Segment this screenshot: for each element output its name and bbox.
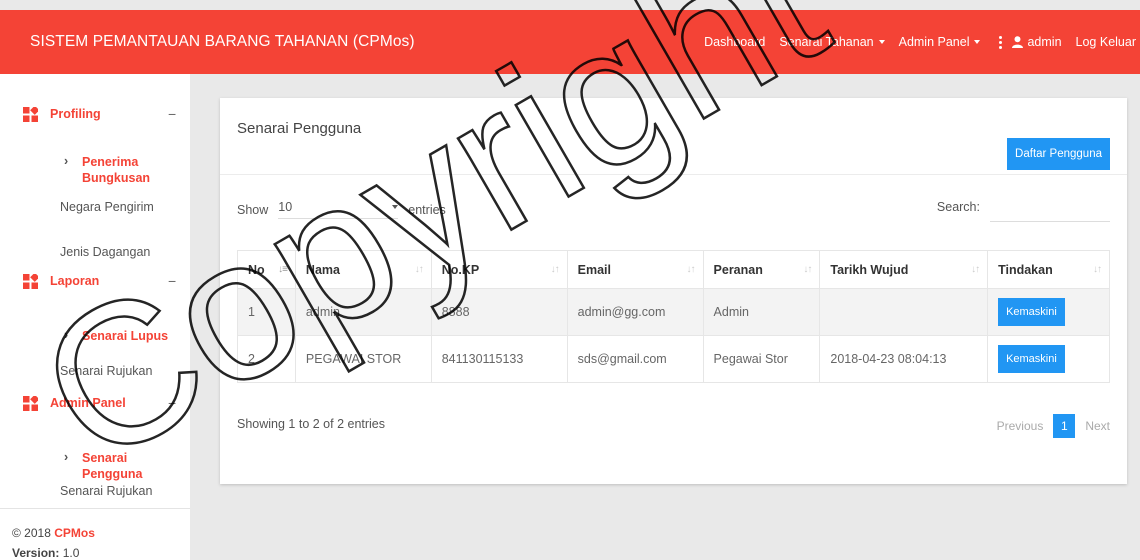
- show-label: Show: [237, 202, 269, 217]
- nav-senarai-tahanan[interactable]: Senarai Tahanan: [779, 35, 885, 49]
- col-email[interactable]: Email ↓↑: [566, 250, 704, 289]
- kemaskini-button[interactable]: Kemaskini: [998, 345, 1065, 373]
- nav-user-label: admin: [1027, 35, 1062, 49]
- table-header-row: No ↓≡ Nama ↓↑ No.KP ↓↑ Email ↓↑ Peranan ↓↑ Ta…: [237, 250, 1110, 289]
- sort-icon: ↓↑: [686, 264, 696, 275]
- more-vert-icon[interactable]: [998, 35, 1002, 49]
- cell-tindakan: Kemaskini: [987, 335, 1110, 383]
- sort-icon: ↓≡: [278, 264, 288, 275]
- user-icon: [1012, 36, 1024, 48]
- col-no[interactable]: No ↓≡: [237, 250, 296, 289]
- pagination-next[interactable]: Next: [1085, 419, 1110, 433]
- sort-icon: ↓↑: [550, 264, 560, 275]
- cell-no: 1: [237, 288, 296, 336]
- caret-down-icon: [974, 40, 981, 44]
- cell-nokp: 8888: [430, 288, 568, 336]
- divider: [220, 174, 1127, 175]
- footer-brand: CPMos: [54, 526, 95, 540]
- search-box: Search:: [937, 200, 1110, 222]
- top-nav: Dashboard Senarai Tahanan Admin Panel ad…: [704, 10, 1140, 74]
- search-input[interactable]: [990, 200, 1110, 222]
- pagination: Previous 1 Next: [997, 414, 1110, 438]
- kemaskini-button[interactable]: Kemaskini: [998, 298, 1065, 326]
- cell-tarikh-wujud: [819, 288, 989, 336]
- nav-user[interactable]: admin: [1012, 35, 1062, 49]
- cell-no: 2: [237, 335, 296, 383]
- cell-nama: admin: [294, 288, 432, 336]
- entries-length: Show 10 entries: [237, 200, 446, 219]
- app-brand[interactable]: SISTEM PEMANTAUAN BARANG TAHANAN (CPMos): [30, 10, 415, 74]
- sidebar-item-label: Senarai Rujukan: [60, 484, 153, 498]
- top-navbar: SISTEM PEMANTAUAN BARANG TAHANAN (CPMos)…: [0, 10, 1140, 74]
- pagination-previous[interactable]: Previous: [997, 419, 1044, 433]
- nav-dashboard[interactable]: Dashboard: [704, 35, 765, 49]
- version: Version: 1.0: [12, 546, 80, 560]
- cell-nama: PEGAWAI STOR: [294, 335, 432, 383]
- sidebar-item-label: Senarai Rujukan: [60, 364, 153, 378]
- sort-icon: ↓↑: [1093, 264, 1102, 275]
- nav-logout[interactable]: Log Keluar: [1076, 35, 1136, 49]
- sort-icon: ↓↑: [414, 264, 424, 275]
- collapse-icon[interactable]: −: [168, 106, 176, 122]
- col-tindakan[interactable]: Tindakan ↓↑: [987, 250, 1110, 289]
- copyright: © 2018 CPMos: [12, 526, 95, 540]
- grid-icon: [23, 273, 38, 289]
- col-nama[interactable]: Nama ↓↑: [294, 250, 432, 289]
- grid-icon: [23, 395, 38, 411]
- cell-peranan: Pegawai Stor: [702, 335, 821, 383]
- table-info: Showing 1 to 2 of 2 entries: [237, 417, 386, 431]
- entries-select[interactable]: 10: [278, 200, 399, 219]
- sidebar-section-label: Admin Panel: [50, 396, 126, 410]
- sidebar-item-label: Senarai Pengguna: [82, 451, 143, 481]
- sidebar-item-label: Jenis Dagangan: [60, 245, 151, 259]
- sort-icon: ↓↑: [803, 264, 812, 275]
- cell-nokp: 841130115133: [430, 335, 568, 383]
- cell-tarikh-wujud: 2018-04-23 08:04:13: [819, 335, 989, 383]
- col-tarikh-wujud[interactable]: Tarikh Wujud ↓↑: [819, 250, 989, 289]
- chevron-right-icon: ›: [64, 450, 69, 464]
- nav-admin-panel[interactable]: Admin Panel: [899, 35, 981, 49]
- user-list-card: Senarai Pengguna Daftar Pengguna Show 10…: [220, 98, 1127, 484]
- cell-email: sds@gmail.com: [566, 335, 704, 383]
- entries-label: entries: [408, 202, 446, 217]
- cell-peranan: Admin: [702, 288, 821, 336]
- cell-tindakan: Kemaskini: [987, 288, 1110, 336]
- sidebar: Profiling − › Penerima Bungkusan Negara …: [0, 74, 190, 560]
- col-nokp[interactable]: No.KP ↓↑: [430, 250, 568, 289]
- grid-icon: [23, 106, 38, 122]
- table-row: 2 PEGAWAI STOR 841130115133 sds@gmail.co…: [237, 335, 1110, 383]
- cell-email: admin@gg.com: [566, 288, 704, 336]
- collapse-icon[interactable]: −: [168, 273, 176, 289]
- col-peranan[interactable]: Peranan ↓↑: [702, 250, 821, 289]
- entries-select-value: 10: [278, 200, 293, 214]
- daftar-pengguna-button[interactable]: Daftar Pengguna: [1007, 138, 1110, 170]
- pagination-page-1[interactable]: 1: [1053, 414, 1076, 438]
- sidebar-section-label: Laporan: [50, 274, 100, 288]
- nav-senarai-tahanan-label: Senarai Tahanan: [779, 35, 874, 49]
- sidebar-item-label: Penerima Bungkusan: [82, 155, 151, 185]
- users-table: No ↓≡ Nama ↓↑ No.KP ↓↑ Email ↓↑ Peranan ↓↑ Ta…: [237, 250, 1110, 383]
- sidebar-item-label: Senarai Lupus: [82, 329, 169, 343]
- sidebar-item-label: Negara Pengirim: [60, 200, 154, 214]
- table-row: 1 admin 8888 admin@gg.com Admin Kemaskin…: [237, 288, 1110, 336]
- sidebar-section-label: Profiling: [50, 107, 101, 121]
- sort-icon: ↓↑: [971, 264, 980, 275]
- nav-admin-panel-label: Admin Panel: [898, 35, 970, 49]
- chevron-right-icon: ›: [64, 154, 69, 168]
- search-label: Search:: [936, 200, 980, 214]
- chevron-right-icon: ›: [64, 328, 69, 342]
- page-title: Senarai Pengguna: [237, 120, 362, 137]
- caret-down-icon: [878, 40, 885, 44]
- caret-down-icon: [392, 205, 399, 209]
- collapse-icon[interactable]: −: [168, 395, 176, 411]
- sidebar-footer: © 2018 CPMos Version: 1.0: [0, 508, 190, 560]
